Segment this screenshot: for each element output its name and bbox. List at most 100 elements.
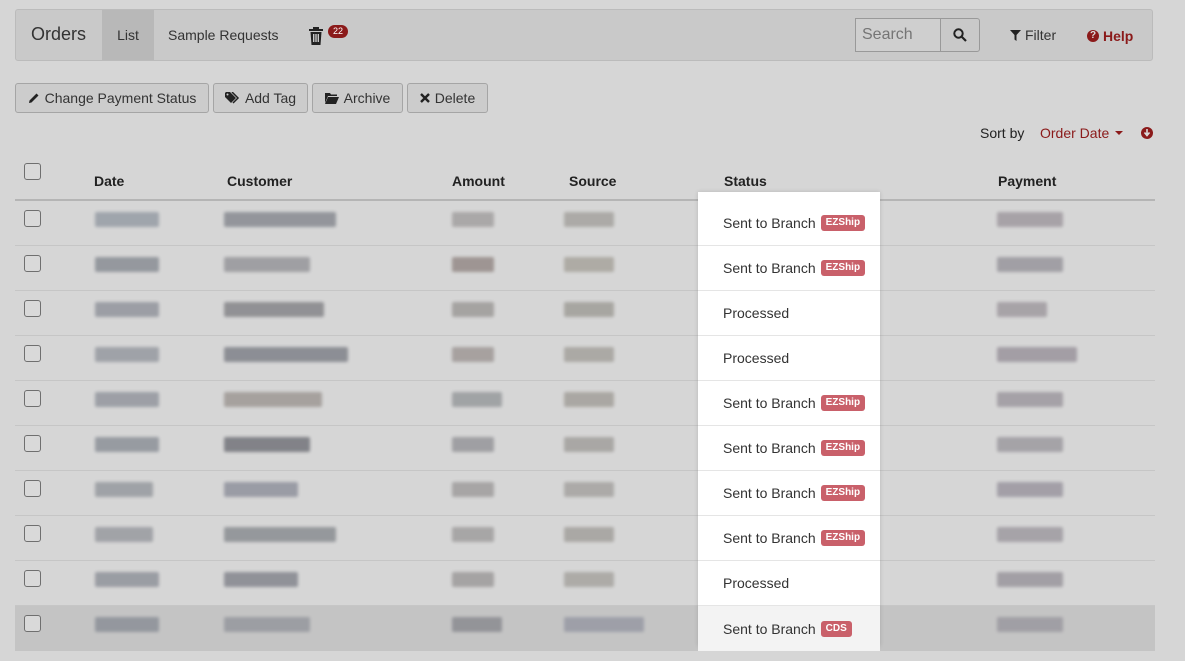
row-checkbox[interactable] xyxy=(24,480,41,497)
redacted-payment xyxy=(997,572,1063,587)
page-title: Orders xyxy=(31,24,87,44)
question-circle-icon: ? xyxy=(1087,30,1099,42)
redacted-customer xyxy=(224,437,310,452)
trash-count-badge: 22 xyxy=(328,25,349,38)
redacted-amount xyxy=(452,212,494,227)
shipping-tag-badge: EZShip xyxy=(820,530,866,546)
status-text: Processed xyxy=(723,305,790,321)
add-tag-label: Add Tag xyxy=(244,90,297,106)
table-row[interactable] xyxy=(15,606,1155,651)
column-header-source[interactable]: Source xyxy=(569,173,616,189)
redacted-date xyxy=(95,212,159,227)
row-checkbox[interactable] xyxy=(24,525,41,542)
table-row[interactable] xyxy=(15,471,1155,516)
table-row[interactable] xyxy=(15,336,1155,381)
redacted-payment xyxy=(997,212,1063,227)
redacted-customer xyxy=(224,302,324,317)
row-checkbox[interactable] xyxy=(24,345,41,362)
table-row[interactable] xyxy=(15,561,1155,606)
redacted-source xyxy=(564,437,614,452)
redacted-amount xyxy=(452,302,494,317)
row-checkbox[interactable] xyxy=(24,435,41,452)
row-checkbox[interactable] xyxy=(24,615,41,632)
row-checkbox[interactable] xyxy=(24,390,41,407)
delete-label: Delete xyxy=(434,90,476,106)
redacted-date xyxy=(95,572,159,587)
arrow-down-circle-icon xyxy=(1143,129,1151,137)
redacted-amount xyxy=(452,347,494,362)
select-all-checkbox[interactable] xyxy=(24,163,41,180)
sort-direction-button[interactable] xyxy=(1141,127,1153,139)
row-checkbox[interactable] xyxy=(24,300,41,317)
status-text: Processed xyxy=(723,350,790,366)
redacted-date xyxy=(95,437,159,452)
redacted-payment xyxy=(997,617,1063,632)
filter-button[interactable]: Filter xyxy=(1010,27,1056,43)
column-header-date[interactable]: Date xyxy=(94,173,124,189)
redacted-date xyxy=(95,302,159,317)
pencil-icon xyxy=(28,93,39,103)
redacted-customer xyxy=(224,572,298,587)
shipping-tag-badge: EZShip xyxy=(820,395,866,411)
row-checkbox[interactable] xyxy=(24,210,41,227)
redacted-amount xyxy=(452,482,494,497)
status-cell: Sent to Branch EZShip xyxy=(698,381,880,426)
shipping-tag-badge: EZShip xyxy=(820,485,866,501)
redacted-date xyxy=(95,392,159,407)
redacted-date xyxy=(95,257,159,272)
sort-by-label: Sort by xyxy=(980,125,1025,141)
column-header-status[interactable]: Status xyxy=(724,173,767,189)
search-icon xyxy=(953,28,967,42)
status-cell: Sent to Branch EZShip xyxy=(698,201,880,246)
search-button[interactable] xyxy=(940,18,980,52)
archive-button[interactable]: Archive xyxy=(312,83,403,113)
add-tag-button[interactable]: Add Tag xyxy=(213,83,308,113)
table-row[interactable] xyxy=(15,291,1155,336)
change-payment-status-label: Change Payment Status xyxy=(44,90,197,106)
row-checkbox[interactable] xyxy=(24,255,41,272)
redacted-payment xyxy=(997,527,1063,542)
tab-sample-requests[interactable]: Sample Requests xyxy=(168,10,279,60)
tags-icon xyxy=(224,92,239,104)
help-label: Help xyxy=(1103,28,1134,44)
table-row[interactable] xyxy=(15,246,1155,291)
trash-icon[interactable] xyxy=(308,27,324,45)
column-header-payment[interactable]: Payment xyxy=(998,173,1056,189)
redacted-source xyxy=(564,572,614,587)
tab-list[interactable]: List xyxy=(102,10,154,60)
status-cell: Sent to Branch EZShip xyxy=(698,246,880,291)
status-cell: Processed xyxy=(698,291,880,336)
table-row[interactable] xyxy=(15,381,1155,426)
redacted-amount xyxy=(452,257,494,272)
redacted-payment xyxy=(997,257,1063,272)
row-checkbox[interactable] xyxy=(24,570,41,587)
table-row[interactable] xyxy=(15,516,1155,561)
change-payment-status-button[interactable]: Change Payment Status xyxy=(15,83,209,113)
redacted-date xyxy=(95,617,159,632)
status-cell: Sent to Branch EZShip xyxy=(698,516,880,561)
sort-field-dropdown[interactable]: Order Date xyxy=(1040,125,1124,141)
redacted-amount xyxy=(452,392,502,407)
redacted-source xyxy=(564,302,614,317)
delete-button[interactable]: Delete xyxy=(407,83,488,113)
status-text: Sent to Branch xyxy=(723,395,816,411)
redacted-amount xyxy=(452,437,494,452)
column-header-amount[interactable]: Amount xyxy=(452,173,505,189)
folder-open-icon xyxy=(324,93,339,104)
table-row[interactable] xyxy=(15,426,1155,471)
redacted-customer xyxy=(224,482,298,497)
help-button[interactable]: ? Help xyxy=(1087,28,1133,44)
redacted-source xyxy=(564,392,614,407)
redacted-amount xyxy=(452,527,494,542)
redacted-date xyxy=(95,482,153,497)
redacted-source xyxy=(564,482,614,497)
table-row[interactable] xyxy=(15,201,1155,246)
status-text: Sent to Branch xyxy=(723,620,816,637)
shipping-tag-badge: EZShip xyxy=(820,215,866,231)
status-cell: Processed xyxy=(698,561,880,606)
search-input[interactable] xyxy=(855,18,941,52)
column-header-customer[interactable]: Customer xyxy=(227,173,292,189)
status-text: Sent to Branch xyxy=(723,260,816,276)
redacted-payment xyxy=(997,392,1063,407)
status-cell: Sent to Branch EZShip xyxy=(698,471,880,516)
